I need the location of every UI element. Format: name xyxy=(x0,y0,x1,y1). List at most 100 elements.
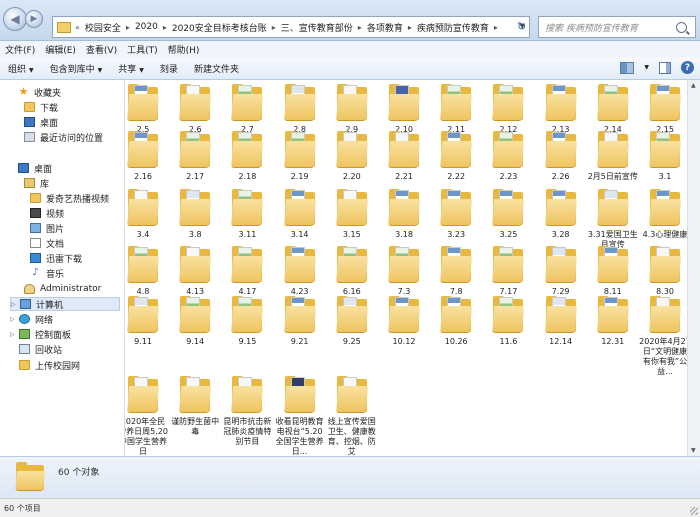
folder-item[interactable]: 11.6 xyxy=(482,296,534,347)
folder-item[interactable]: 7.29 xyxy=(535,246,587,297)
folder-item[interactable]: 9.11 xyxy=(125,296,169,347)
folder-item[interactable]: 2.20 xyxy=(326,131,378,182)
folder-item[interactable]: 2.5 xyxy=(125,84,169,135)
folder-item[interactable]: 2.7 xyxy=(221,84,273,135)
folder-item[interactable]: 9.14 xyxy=(169,296,221,347)
nav-recycle-bin[interactable]: 回收站 xyxy=(19,342,62,356)
folder-item[interactable]: 3.31爱国卫生月宣传 xyxy=(587,189,639,250)
folder-item[interactable]: 2.15 xyxy=(639,84,687,135)
expand-arrow-icon[interactable]: ▷ xyxy=(10,316,16,323)
folder-item[interactable]: 3.11 xyxy=(221,189,273,240)
folder-item[interactable]: 线上宣传爱国卫生、健康教育、控烟、防艾 xyxy=(326,376,378,456)
include-in-library-button[interactable]: 包含到库中 ▼ xyxy=(42,62,111,75)
folder-item[interactable]: 3.25 xyxy=(482,189,534,240)
folder-item[interactable]: 4.17 xyxy=(221,246,273,297)
nav-recent-places[interactable]: 最近访问的位置 xyxy=(24,130,103,144)
folder-item[interactable]: 12.14 xyxy=(535,296,587,347)
breadcrumb-item[interactable]: 校园安全 xyxy=(80,21,126,34)
preview-pane-icon[interactable] xyxy=(659,61,671,74)
nav-videos[interactable]: 视频 xyxy=(30,206,64,220)
breadcrumb-item-current[interactable]: 疾病预防宣传教育 xyxy=(412,21,494,34)
folder-item[interactable]: 2.11 xyxy=(430,84,482,135)
folder-item[interactable]: 2.10 xyxy=(378,84,430,135)
folder-item[interactable]: 9.25 xyxy=(326,296,378,347)
folder-item[interactable]: 3.28 xyxy=(535,189,587,240)
folder-item[interactable]: 7.17 xyxy=(482,246,534,297)
folder-item[interactable]: 2.19 xyxy=(274,131,326,182)
resize-grip-icon[interactable] xyxy=(690,507,698,515)
folder-item[interactable]: 3.23 xyxy=(430,189,482,240)
change-view-icon[interactable] xyxy=(620,61,635,74)
menu-view[interactable]: 查看(V) xyxy=(81,43,122,56)
menu-edit[interactable]: 编辑(E) xyxy=(40,43,81,56)
folder-item[interactable]: 谨防野生菌中毒 xyxy=(169,376,221,437)
folder-item[interactable]: 3.14 xyxy=(274,189,326,240)
folder-item[interactable]: 7.8 xyxy=(430,246,482,297)
folder-item[interactable]: 2020年全民营养日周5.20中国学生营养日 xyxy=(125,376,169,456)
nav-libraries[interactable]: 库 xyxy=(24,176,49,190)
nav-downloads[interactable]: 下载 xyxy=(24,100,58,114)
folder-item[interactable]: 2.22 xyxy=(430,131,482,182)
folder-item[interactable]: 3.4 xyxy=(125,189,169,240)
folder-item[interactable]: 2.9 xyxy=(326,84,378,135)
breadcrumb-item[interactable]: 三、宣传教育部份 xyxy=(276,21,358,34)
breadcrumb-item[interactable]: 2020 xyxy=(130,22,163,32)
share-button[interactable]: 共享 ▼ xyxy=(110,62,152,75)
nav-computer[interactable]: ▷ 计算机 xyxy=(10,297,120,311)
search-icon[interactable] xyxy=(676,21,687,33)
help-icon[interactable]: ? xyxy=(681,61,694,74)
folder-item[interactable]: 12.31 xyxy=(587,296,639,347)
expand-arrow-icon[interactable]: ▷ xyxy=(10,331,16,338)
folder-item[interactable]: 4.13 xyxy=(169,246,221,297)
menu-tools[interactable]: 工具(T) xyxy=(122,43,163,56)
nav-network[interactable]: ▷ 网络 xyxy=(10,312,53,326)
menu-file[interactable]: 文件(F) xyxy=(0,43,40,56)
chevron-right-icon[interactable]: ▸ xyxy=(494,23,498,32)
nav-desktop[interactable]: 桌面 xyxy=(18,161,52,175)
nav-desktop-favorite[interactable]: 桌面 xyxy=(24,115,58,129)
burn-button[interactable]: 刻录 xyxy=(152,62,186,75)
folder-item[interactable]: 2月5日前宣传 xyxy=(587,131,639,182)
folder-item[interactable]: 2.16 xyxy=(125,131,169,182)
folder-item[interactable]: 2.6 xyxy=(169,84,221,135)
folder-item[interactable]: 4.8 xyxy=(125,246,169,297)
nav-pictures[interactable]: 图片 xyxy=(30,221,64,235)
folder-item[interactable]: 10.26 xyxy=(430,296,482,347)
nav-administrator[interactable]: Administrator xyxy=(24,282,101,296)
menu-help[interactable]: 帮助(H) xyxy=(163,43,205,56)
folder-item[interactable]: 2.12 xyxy=(482,84,534,135)
scroll-down-icon[interactable]: ▼ xyxy=(691,447,696,454)
breadcrumb-item[interactable]: 2020安全目标考核台账 xyxy=(167,21,272,34)
nav-music[interactable]: ♪ 音乐 xyxy=(30,266,64,280)
folder-item[interactable]: 8.11 xyxy=(587,246,639,297)
nav-favorites[interactable]: ★ 收藏夹 xyxy=(18,85,61,99)
folder-item[interactable]: 8.30 xyxy=(639,246,687,297)
organize-button[interactable]: 组织 ▼ xyxy=(0,62,42,75)
folder-item[interactable]: 3.18 xyxy=(378,189,430,240)
folder-item[interactable]: 2.21 xyxy=(378,131,430,182)
folder-item[interactable]: 3.15 xyxy=(326,189,378,240)
forward-button[interactable]: ▶ xyxy=(25,10,43,28)
folder-item[interactable]: 昆明市抗击新冠肺炎疫情特别节目 xyxy=(221,376,273,447)
folder-item[interactable]: 2.8 xyxy=(274,84,326,135)
folder-item[interactable]: 9.15 xyxy=(221,296,273,347)
expand-arrow-icon[interactable]: ▷ xyxy=(11,301,17,308)
nav-xunlei-downloads[interactable]: 迅雷下载 xyxy=(30,251,82,265)
folder-item[interactable]: 4.23 xyxy=(274,246,326,297)
folder-item[interactable]: 2.23 xyxy=(482,131,534,182)
folder-item[interactable]: 9.21 xyxy=(274,296,326,347)
nav-control-panel[interactable]: ▷ 控制面板 xyxy=(10,327,71,341)
folder-item[interactable]: 3.8 xyxy=(169,189,221,240)
folder-item[interactable]: 2020年4月27日“文明健康有你有我”公益... xyxy=(639,296,687,377)
folder-item[interactable]: 7.3 xyxy=(378,246,430,297)
folder-item[interactable]: 4.3心理健康 xyxy=(639,189,687,240)
folder-item[interactable]: 收看昆明教育电视台“5.20全国学生营养日... xyxy=(274,376,326,456)
vertical-scrollbar[interactable]: ▲ ▼ xyxy=(687,80,700,456)
breadcrumb-item[interactable]: 各项教育 xyxy=(362,21,408,34)
nav-iqiyi-videos[interactable]: 爱奇艺热播视频 xyxy=(30,191,109,205)
breadcrumb[interactable]: « 校园安全 ▸ 2020 ▸ 2020安全目标考核台账 ▸ 三、宣传教育部份 ▸ 各项… xyxy=(52,16,530,38)
refresh-icon[interactable]: ↻ xyxy=(517,20,526,33)
folder-item[interactable]: 3.1 xyxy=(639,131,687,182)
nav-upload-folder[interactable]: 上传校园网 xyxy=(19,358,80,372)
scroll-up-icon[interactable]: ▲ xyxy=(691,82,696,89)
